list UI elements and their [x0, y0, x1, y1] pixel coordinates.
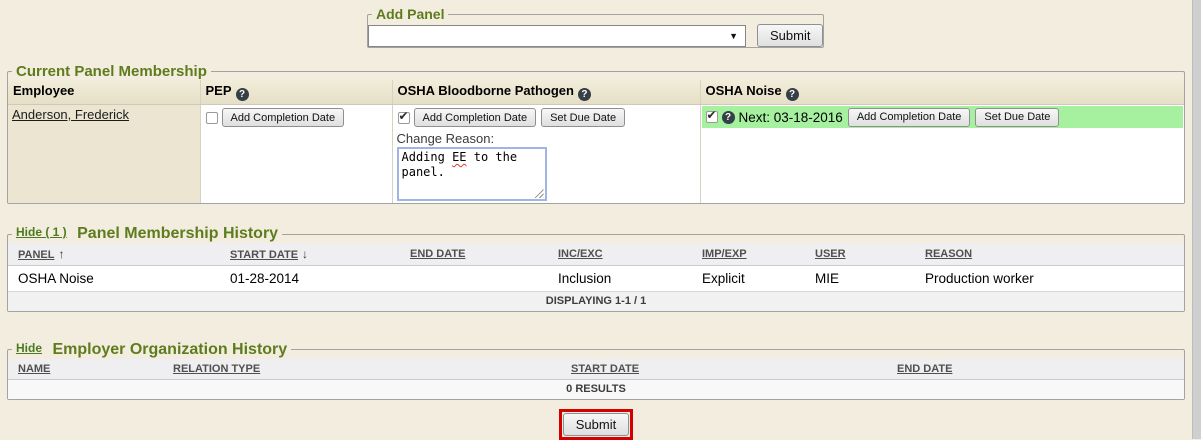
column-header-eoh-end-date: END DATE — [887, 359, 1184, 380]
bloodborne-cell: ✔ Add Completion Date Set Due Date Chang… — [392, 105, 700, 204]
change-reason-textarea[interactable]: Adding EE to the panel. — [397, 147, 547, 201]
add-panel-legend: Add Panel — [372, 6, 448, 22]
current-panel-membership-legend: Current Panel Membership — [12, 63, 211, 80]
column-header-noise: OSHA Noise? — [700, 80, 1184, 105]
sort-user-link[interactable]: USER — [815, 248, 846, 260]
cell-user: MIE — [805, 266, 915, 292]
add-panel-section: Add Panel ▼ Submit — [367, 6, 824, 48]
bloodborne-checkbox[interactable]: ✔ — [398, 112, 410, 124]
cell-end-date — [400, 266, 548, 292]
vertical-scrollbar[interactable] — [1192, 0, 1201, 439]
employer-organization-history-table: NAME RELATION TYPE START DATE END DATE 0… — [8, 359, 1184, 399]
sort-imp-exp-link[interactable]: IMP/EXP — [702, 248, 747, 260]
pep-add-completion-date-button[interactable]: Add Completion Date — [222, 108, 345, 127]
sort-eoh-end-date-link[interactable]: END DATE — [897, 363, 952, 375]
resize-grip-icon[interactable] — [535, 189, 544, 198]
column-header-inc-exc: INC/EXC — [548, 243, 692, 266]
sort-name-link[interactable]: NAME — [18, 363, 50, 375]
form-submit-button[interactable]: Submit — [563, 413, 629, 436]
sort-start-date-link[interactable]: START DATE — [230, 249, 298, 261]
panel-membership-history-table: PANEL ↑ START DATE ↓ END DATE INC/EXC IMP/… — [8, 243, 1184, 311]
noise-checkbox[interactable]: ✔ — [706, 111, 718, 123]
employer-organization-history-title: Employer Organization History — [52, 341, 287, 358]
column-header-name: NAME — [8, 359, 163, 380]
cpm-header-row: Employee PEP? OSHA Bloodborne Pathogen? … — [8, 80, 1184, 105]
check-icon: ✔ — [399, 109, 409, 123]
annotation-highlight-box: Submit — [559, 409, 633, 440]
employee-cell: Anderson, Frederick — [8, 105, 200, 204]
panel-select[interactable]: ▼ — [368, 25, 746, 47]
pep-checkbox[interactable] — [206, 112, 218, 124]
column-header-eoh-start-date: START DATE — [561, 359, 887, 380]
bloodborne-add-completion-date-button[interactable]: Add Completion Date — [414, 108, 537, 127]
sort-descending-icon: ↓ — [302, 247, 308, 261]
panel-membership-history-title: Panel Membership History — [77, 225, 278, 242]
sort-inc-exc-link[interactable]: INC/EXC — [558, 248, 603, 260]
help-icon[interactable]: ? — [786, 88, 799, 101]
bloodborne-set-due-date-button[interactable]: Set Due Date — [541, 108, 625, 127]
panel-membership-history-legend: Hide ( 1 ) Panel Membership History — [12, 225, 282, 243]
column-header-relation-type: RELATION TYPE — [163, 359, 561, 380]
sort-end-date-link[interactable]: END DATE — [410, 248, 465, 260]
hide-employer-history-link[interactable]: Hide — [16, 341, 42, 355]
check-icon: ✔ — [707, 108, 717, 122]
column-header-start-date: START DATE ↓ — [220, 243, 400, 266]
noise-set-due-date-button[interactable]: Set Due Date — [975, 108, 1059, 127]
employee-link[interactable]: Anderson, Frederick — [12, 107, 129, 122]
column-header-bloodborne: OSHA Bloodborne Pathogen? — [392, 80, 700, 105]
column-header-end-date: END DATE — [400, 243, 548, 266]
table-row: OSHA Noise 01-28-2014 Inclusion Explicit… — [8, 266, 1184, 292]
column-header-reason: REASON — [915, 243, 1184, 266]
column-header-user: USER — [805, 243, 915, 266]
sort-eoh-start-date-link[interactable]: START DATE — [571, 363, 639, 375]
sort-relation-type-link[interactable]: RELATION TYPE — [173, 363, 260, 375]
paging-status: DISPLAYING 1-1 / 1 — [8, 292, 1184, 311]
eoh-footer-row: 0 RESULTS — [8, 380, 1184, 399]
noise-next-date: Next: 03-18-2016 — [739, 110, 843, 125]
cell-start-date: 01-28-2014 — [220, 266, 400, 292]
sort-panel-link[interactable]: PANEL — [18, 249, 54, 261]
noise-cell: ✔ ? Next: 03-18-2016 Add Completion Date… — [700, 105, 1184, 204]
add-panel-submit-button[interactable]: Submit — [757, 24, 823, 47]
column-header-employee: Employee — [8, 80, 200, 105]
bottom-submit-area: Submit — [0, 409, 1192, 440]
cell-reason: Production worker — [915, 266, 1184, 292]
help-icon[interactable]: ? — [722, 111, 735, 124]
pep-label: PEP — [206, 83, 232, 98]
reason-text-misspelled: EE — [452, 150, 466, 164]
bloodborne-label: OSHA Bloodborne Pathogen — [398, 83, 574, 98]
sort-reason-link[interactable]: REASON — [925, 248, 972, 260]
employer-organization-history-section: Hide Employer Organization History NAME … — [7, 341, 1185, 400]
chevron-down-icon: ▼ — [729, 31, 738, 41]
help-icon[interactable]: ? — [578, 88, 591, 101]
change-reason-label: Change Reason: — [397, 131, 696, 146]
hide-panel-history-link[interactable]: Hide ( 1 ) — [16, 225, 67, 239]
column-header-pep: PEP? — [200, 80, 392, 105]
noise-label: OSHA Noise — [706, 83, 782, 98]
cell-imp-exp: Explicit — [692, 266, 805, 292]
current-panel-membership-section: Current Panel Membership Employee PEP? O… — [7, 63, 1185, 204]
current-panel-membership-table: Employee PEP? OSHA Bloodborne Pathogen? … — [8, 80, 1184, 203]
cpm-data-row: Anderson, Frederick Add Completion Date … — [8, 105, 1184, 204]
noise-highlight-strip: ✔ ? Next: 03-18-2016 Add Completion Date… — [702, 106, 1184, 128]
eoh-header-row: NAME RELATION TYPE START DATE END DATE — [8, 359, 1184, 380]
cell-panel: OSHA Noise — [8, 266, 220, 292]
employer-organization-history-legend: Hide Employer Organization History — [12, 341, 291, 359]
noise-add-completion-date-button[interactable]: Add Completion Date — [848, 108, 971, 127]
help-icon[interactable]: ? — [236, 88, 249, 101]
cell-inc-exc: Inclusion — [548, 266, 692, 292]
column-header-panel: PANEL ↑ — [8, 243, 220, 266]
results-count: 0 RESULTS — [8, 380, 1184, 399]
sort-ascending-icon: ↑ — [58, 247, 64, 261]
panel-membership-history-section: Hide ( 1 ) Panel Membership History PANE… — [7, 225, 1185, 312]
pmh-header-row: PANEL ↑ START DATE ↓ END DATE INC/EXC IMP/… — [8, 243, 1184, 266]
reason-text: Adding — [402, 150, 453, 164]
pmh-footer-row: DISPLAYING 1-1 / 1 — [8, 292, 1184, 311]
column-header-imp-exp: IMP/EXP — [692, 243, 805, 266]
page: Add Panel ▼ Submit Current Panel Members… — [0, 0, 1192, 440]
pep-cell: Add Completion Date — [200, 105, 392, 204]
